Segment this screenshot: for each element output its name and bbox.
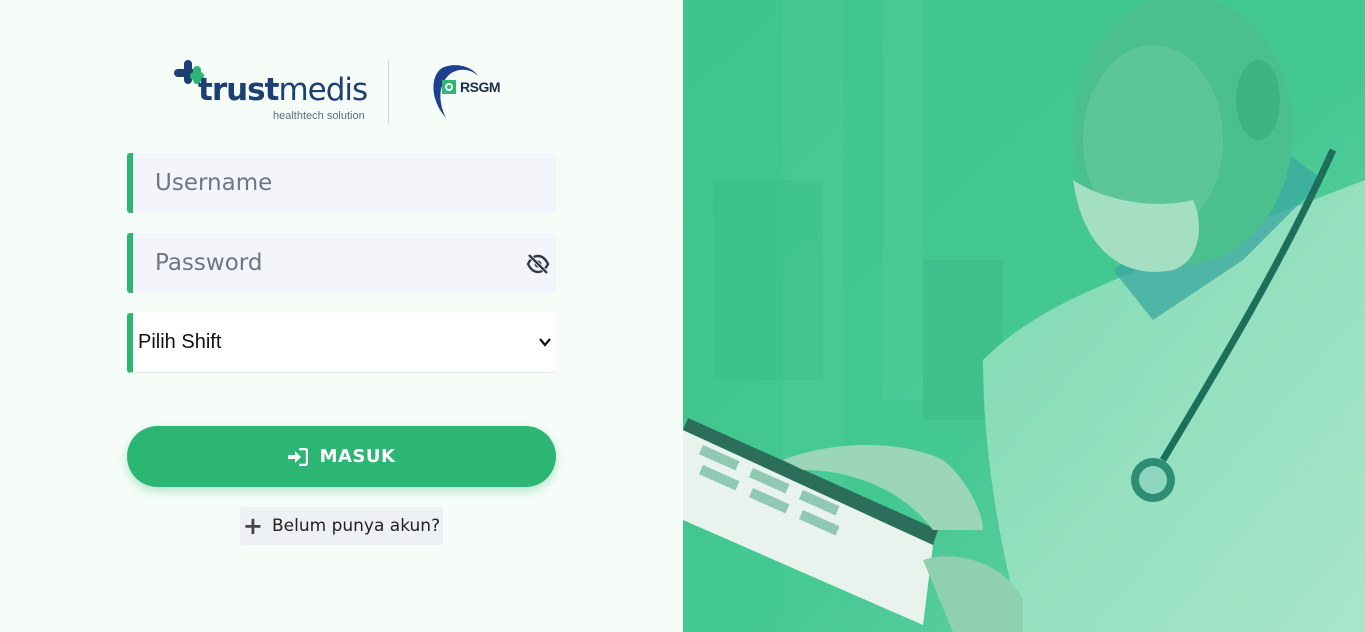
register-button-label: Belum punya akun?	[271, 516, 441, 536]
register-button[interactable]: + Belum punya akun?	[240, 507, 443, 545]
login-button-label: MASUK	[319, 446, 396, 467]
plus-icon: +	[242, 512, 263, 540]
trustmedis-logo: trustmedis	[198, 72, 368, 108]
sign-in-icon	[287, 447, 308, 466]
password-input[interactable]	[153, 233, 517, 293]
brand-name-light: medis	[278, 72, 368, 108]
shift-select[interactable]: Pilih Shift	[127, 313, 556, 373]
login-panel: trustmedis healthtech solution RSGM User…	[0, 0, 683, 632]
username-field[interactable]	[127, 153, 556, 213]
brand-name-bold: trust	[198, 72, 279, 108]
password-field[interactable]	[127, 233, 556, 293]
hero-image-panel	[683, 0, 1365, 632]
logo-bar: trustmedis healthtech solution RSGM	[172, 58, 502, 128]
shift-selected-value: Pilih Shift	[138, 331, 222, 353]
username-input[interactable]	[153, 153, 517, 213]
eye-slash-icon[interactable]	[526, 252, 550, 276]
login-page: trustmedis healthtech solution RSGM User…	[0, 0, 1365, 632]
logo-divider	[388, 60, 389, 124]
partner-name: RSGM	[460, 79, 501, 95]
chevron-down-icon	[539, 338, 551, 347]
brand-tagline: healthtech solution	[273, 110, 365, 122]
doctor-with-tablet-image	[683, 0, 1365, 632]
login-button[interactable]: MASUK	[127, 426, 556, 487]
